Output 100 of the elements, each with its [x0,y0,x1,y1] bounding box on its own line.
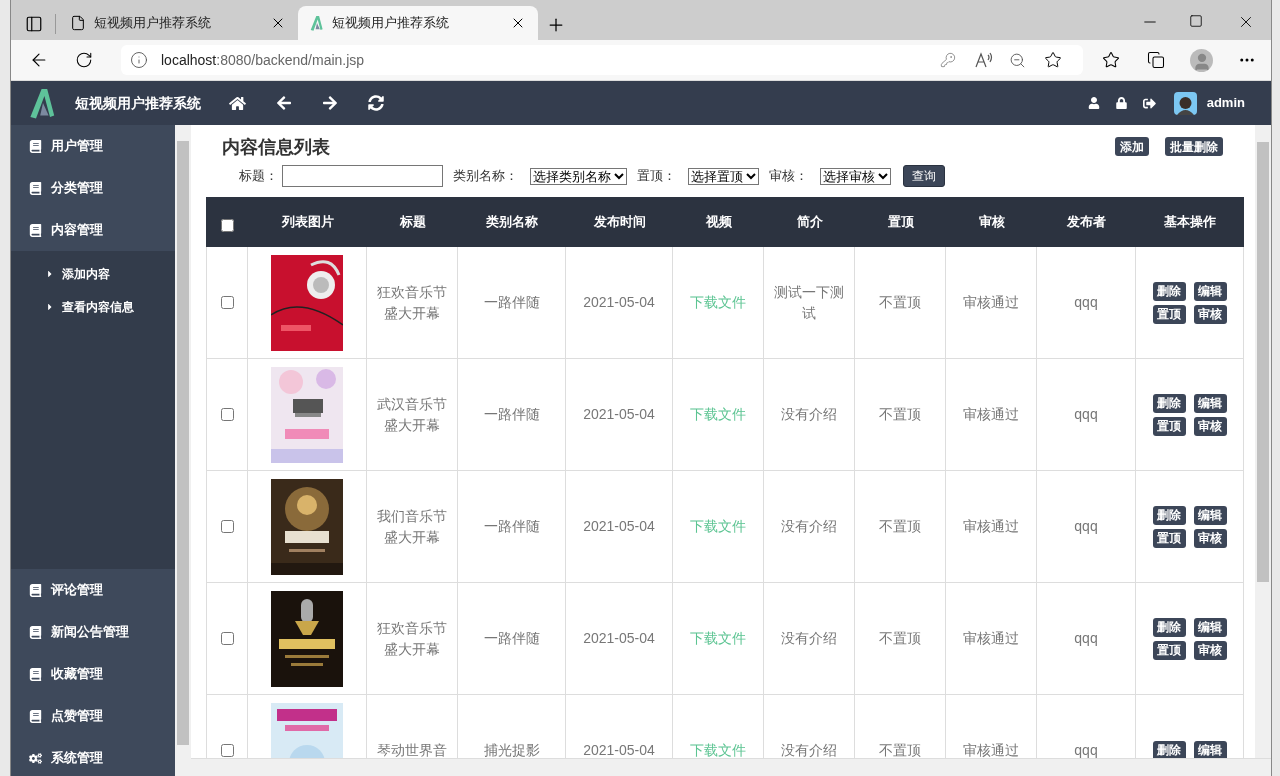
user-avatar[interactable] [1173,91,1197,115]
tab-actions-icon[interactable] [25,15,43,33]
table-cell-text: 没有介绍 [781,405,837,424]
chevron-down-icon [878,172,888,180]
action-button[interactable]: 审核 [1193,416,1227,436]
action-button[interactable]: 编辑 [1193,393,1227,413]
logo-icon [310,15,324,31]
table-cell-text: 测试一下测试 [773,282,845,323]
collections-icon[interactable] [1147,51,1165,69]
table-cell-text: 2021-05-04 [583,629,655,648]
home-icon[interactable] [229,95,246,111]
table-cell-text: 狂欢音乐节盛大开幕 [376,282,448,323]
toolbar-button[interactable]: 批量删除 [1165,137,1223,156]
user-icon[interactable] [1087,97,1100,109]
table-cell-text: 没有介绍 [781,629,837,648]
action-button[interactable]: 审核 [1193,640,1227,660]
row-checkbox[interactable] [220,744,234,757]
table-cell-text: 捕光捉影 [483,741,540,758]
scrollbar[interactable] [191,758,1271,776]
key-icon[interactable] [940,52,956,68]
favorites-icon[interactable] [1102,51,1120,69]
table-cell-text: 不置顶 [879,405,921,424]
action-button[interactable]: 删除 [1152,393,1186,413]
select-all-checkbox[interactable] [220,218,234,232]
submenu-item[interactable]: 添加内容 [11,257,175,290]
scrollbar[interactable] [175,125,191,776]
filter-label: 置顶： [637,167,676,186]
action-button[interactable]: 删除 [1152,505,1186,525]
table-cell-text: 2021-05-04 [583,293,655,312]
filter-label: 审核： [769,167,808,186]
row-checkbox[interactable] [220,408,234,421]
action-button[interactable]: 审核 [1193,304,1227,324]
table-cell-text: 审核通过 [963,517,1019,536]
table-cell-text: 2021-05-04 [583,741,655,758]
book-icon [29,583,42,597]
action-button[interactable]: 审核 [1193,528,1227,548]
table-cell-text: 不置顶 [879,741,921,758]
maximize-icon[interactable] [1189,14,1203,28]
row-checkbox[interactable] [220,632,234,645]
user-name[interactable]: admin [1206,93,1245,113]
caret-icon [46,268,54,279]
row-checkbox[interactable] [220,520,234,533]
table-cell-text: 审核通过 [963,741,1019,758]
refresh-icon[interactable] [75,51,93,69]
book-icon [29,625,42,639]
column-header: 简介 [796,213,823,232]
action-button[interactable]: 编辑 [1193,617,1227,637]
logout-icon[interactable] [1142,96,1156,110]
add-favorite-icon[interactable] [1044,51,1062,69]
select-field[interactable]: 选择审核 [820,167,891,185]
title-field[interactable] [282,165,443,187]
action-button[interactable]: 置顶 [1152,304,1186,324]
book-icon [29,667,42,681]
table-cell-text: 一路伴随 [483,629,540,648]
column-header: 发布者 [1067,213,1106,232]
back-icon[interactable] [276,95,292,111]
action-button[interactable]: 编辑 [1193,505,1227,525]
action-button[interactable]: 编辑 [1193,281,1227,301]
column-header: 发布时间 [593,213,646,232]
zoom-out-icon[interactable] [1009,51,1026,69]
column-header: 置顶 [887,213,914,232]
table-cell-text: qqq [1074,405,1098,424]
lock-icon[interactable] [1115,97,1127,109]
column-header: 列表图片 [281,213,334,232]
submenu-item[interactable]: 查看内容信息 [11,290,175,323]
browser-tab[interactable]: 短视频用户推荐系统 [58,6,298,40]
caret-icon [46,301,54,312]
info-icon [130,51,148,69]
table-cell-text: 一路伴随 [483,405,540,424]
toolbar-button[interactable]: 添加 [1115,137,1149,156]
table-cell-text: 2021-05-04 [583,517,655,536]
query-button[interactable]: 查询 [903,165,945,187]
book-icon [29,223,42,237]
book-icon [29,709,42,723]
table-cell-text: 审核通过 [963,629,1019,648]
action-button[interactable]: 删除 [1152,617,1186,637]
action-button[interactable]: 编辑 [1193,741,1227,758]
action-button[interactable]: 置顶 [1152,416,1186,436]
read-aloud-icon[interactable] [975,52,993,68]
gears-icon [29,751,42,765]
column-header: 审核 [978,213,1005,232]
select-field[interactable]: 选择类别名称 [530,167,627,185]
browser-tab[interactable]: 短视频用户推荐系统 [298,6,538,40]
tab-title: 短视频用户推荐系统 [94,14,212,33]
select-field[interactable]: 选择置顶 [688,167,759,185]
action-button[interactable]: 置顶 [1152,640,1186,660]
url-field[interactable]: localhost:8080/backend/main.jsp [121,45,1083,75]
table-cell-text: 不置顶 [879,629,921,648]
column-header: 类别名称 [486,213,538,232]
scrollbar[interactable] [1255,125,1271,758]
profile-avatar[interactable] [1190,48,1213,72]
row-checkbox[interactable] [220,296,234,309]
action-button[interactable]: 置顶 [1152,528,1186,548]
action-button[interactable]: 删除 [1152,281,1186,301]
refresh-icon[interactable] [368,95,384,111]
table-cell-text: 狂欢音乐节盛大开幕 [376,618,448,659]
forward-icon[interactable] [322,95,338,111]
column-header: 基本操作 [1164,213,1216,232]
table-cell-text: 不置顶 [879,293,921,312]
action-button[interactable]: 删除 [1152,741,1186,758]
